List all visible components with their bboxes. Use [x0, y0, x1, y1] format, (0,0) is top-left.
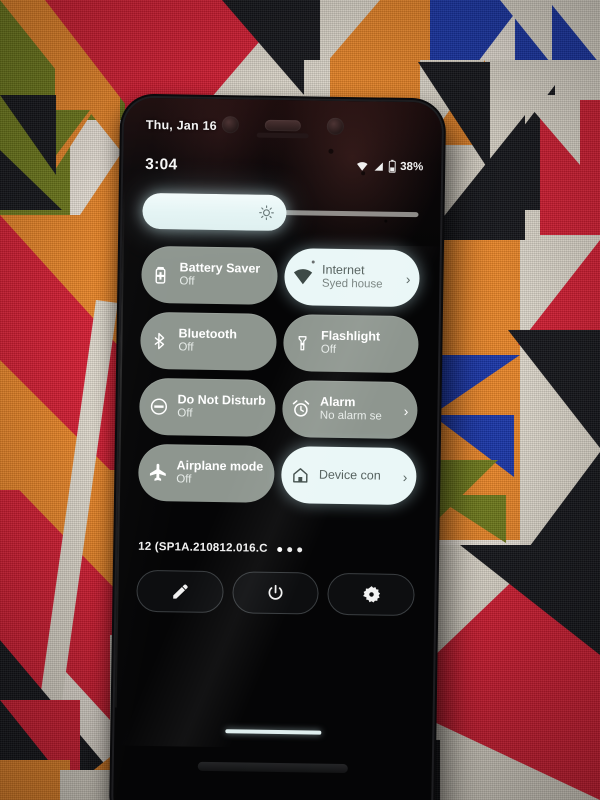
- page-dot[interactable]: [286, 546, 292, 552]
- chevron-right-icon[interactable]: ›: [404, 402, 409, 418]
- qs-tile-subtitle: No alarm se: [319, 409, 382, 423]
- cellular-signal-icon: [374, 161, 383, 171]
- brightness-icon: [259, 205, 274, 221]
- power-button[interactable]: [231, 571, 320, 615]
- status-icons: 38%: [355, 159, 423, 173]
- chevron-right-icon[interactable]: ›: [403, 468, 408, 484]
- qs-tile-title: Bluetooth: [178, 326, 238, 342]
- settings-button[interactable]: [327, 572, 415, 617]
- quilt-patch: [432, 495, 506, 543]
- quilt-patch: [432, 355, 520, 415]
- qs-tile-airplane-mode[interactable]: Airplane mode Off: [137, 443, 275, 503]
- phone-device: Thu, Jan 16 3:04 38% Battery Saver Off I…: [112, 97, 443, 800]
- qs-tile-text: Internet Syed house: [322, 263, 395, 292]
- status-clock: 3:04: [145, 155, 178, 174]
- quilt-patch: [430, 720, 600, 800]
- qs-tile-subtitle: Off: [320, 343, 337, 356]
- flashlight-icon: [292, 333, 312, 353]
- status-date: Thu, Jan 16: [145, 117, 217, 133]
- qs-tile-title: Internet: [321, 262, 365, 278]
- quilt-patch: [0, 215, 140, 370]
- home-icon: [290, 465, 310, 485]
- quilt-patch: [0, 150, 62, 210]
- gear-icon: [362, 586, 380, 603]
- qs-tile-title: Alarm: [319, 394, 356, 410]
- qs-tile-text: Flashlight Off: [321, 329, 410, 359]
- earpiece-slot: [256, 132, 309, 139]
- screen-dust: [328, 148, 334, 154]
- qs-tile-subtitle: Off: [176, 473, 192, 486]
- earpiece-speaker: [264, 119, 301, 131]
- qs-tile-title: Airplane mode: [176, 458, 264, 475]
- quilt-patch: [320, 0, 380, 70]
- qs-tile-internet[interactable]: Internet Syed house ›: [283, 248, 420, 308]
- battery-icon: [388, 159, 396, 173]
- qs-tile-do-not-disturb[interactable]: Do Not Disturb Off: [138, 377, 276, 437]
- qs-tile-subtitle: Syed house: [321, 277, 383, 291]
- qs-tile-text: Do Not Disturb Off: [177, 393, 266, 423]
- front-camera-icon: [221, 115, 240, 133]
- qs-tile-device-controls[interactable]: Device con ›: [280, 446, 417, 506]
- page-indicator[interactable]: [276, 546, 302, 552]
- shade-footer-buttons: [136, 569, 415, 617]
- brightness-slider[interactable]: [142, 192, 419, 233]
- do-not-disturb-icon: [148, 396, 168, 416]
- quilt-patch: [508, 330, 600, 448]
- qs-tile-title: Do Not Disturb: [177, 392, 266, 409]
- page-dot[interactable]: [296, 546, 302, 552]
- proximity-sensor-icon: [326, 117, 344, 135]
- bluetooth-icon: [149, 330, 169, 350]
- qs-tile-bluetooth[interactable]: Bluetooth Off: [140, 311, 277, 371]
- power-icon: [268, 584, 283, 600]
- build-row: 12 (SP1A.210812.016.C: [138, 541, 302, 556]
- qs-tile-subtitle: Off: [177, 407, 193, 420]
- qs-tile-title: Battery Saver: [179, 260, 261, 277]
- qs-tile-text: Airplane mode Off: [176, 459, 265, 489]
- build-version-label: 12 (SP1A.210812.016.C: [138, 540, 268, 555]
- chevron-right-icon[interactable]: ›: [406, 270, 411, 286]
- wifi-icon: [356, 161, 368, 171]
- quilt-patch: [460, 545, 600, 655]
- battery-percent-label: 38%: [400, 160, 424, 173]
- quick-settings-grid: Battery Saver Off Internet Syed house › Bluet…: [137, 245, 420, 506]
- alarm-clock-icon: [291, 399, 311, 419]
- battery-saver-icon: [150, 264, 170, 284]
- home-gesture-indicator[interactable]: [225, 729, 322, 735]
- qs-tile-battery-saver[interactable]: Battery Saver Off: [141, 245, 278, 305]
- airplane-icon: [147, 462, 167, 482]
- qs-tile-subtitle: Off: [179, 275, 195, 288]
- quilt-patch: [520, 95, 580, 165]
- edit-tiles-button[interactable]: [136, 569, 224, 614]
- qs-tile-text: Battery Saver Off: [179, 261, 268, 291]
- qs-tile-alarm[interactable]: Alarm No alarm se ›: [281, 380, 418, 440]
- qs-tile-text: Alarm No alarm se: [320, 395, 393, 424]
- qs-tile-title: Device con: [318, 467, 381, 483]
- qs-tile-subtitle: Off: [178, 341, 194, 354]
- screenshot-root: Thu, Jan 16 3:04 38% Battery Saver Off I…: [0, 0, 600, 800]
- pencil-icon: [173, 584, 188, 599]
- quilt-patch: [548, 0, 600, 64]
- qs-tile-flashlight[interactable]: Flashlight Off: [282, 314, 419, 374]
- qs-tile-title: Flashlight: [320, 328, 381, 344]
- bottom-speaker-grille: [197, 761, 348, 774]
- phone-screen: Thu, Jan 16 3:04 38% Battery Saver Off I…: [112, 97, 443, 800]
- qs-tile-text: Bluetooth Off: [178, 327, 267, 357]
- wifi-icon: [293, 267, 313, 287]
- page-dot[interactable]: [276, 546, 282, 552]
- qs-tile-text: Device con: [319, 468, 392, 484]
